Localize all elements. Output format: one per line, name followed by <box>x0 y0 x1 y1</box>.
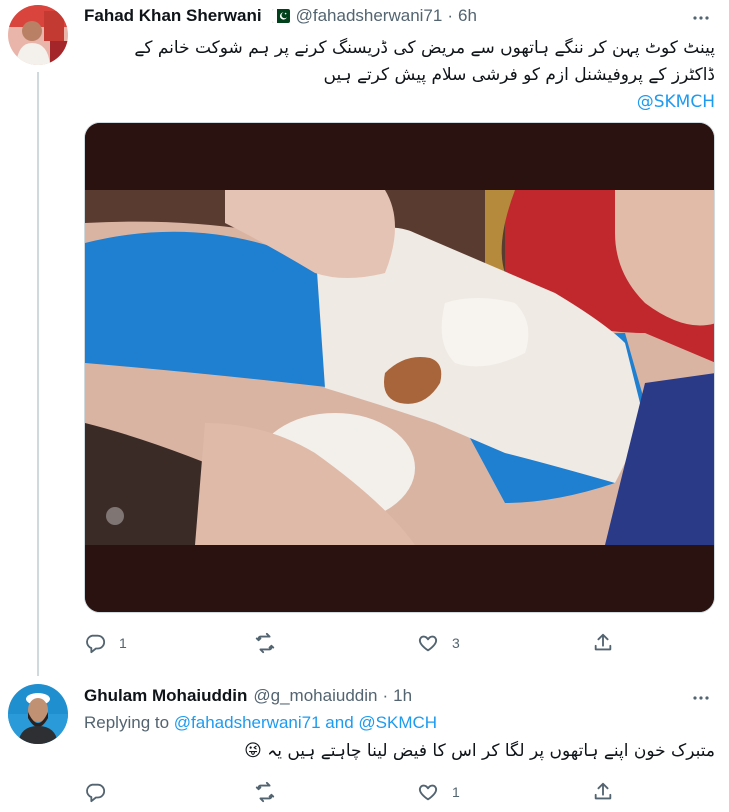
tweet-video[interactable] <box>84 122 715 613</box>
retweet-icon <box>255 632 275 654</box>
reply-button[interactable]: 1 <box>84 628 127 658</box>
retweet-button[interactable] <box>254 628 289 658</box>
share-button[interactable] <box>592 628 614 658</box>
like-button[interactable]: 3 <box>417 628 460 658</box>
tweet1-actions: 1 3 <box>84 628 624 658</box>
separator: · <box>382 686 389 705</box>
tweet-original[interactable]: Fahad Khan Sherwani @fahadsherwani71 · 6… <box>0 0 729 676</box>
share-button[interactable] <box>592 777 614 807</box>
replying-user-skmch[interactable]: @SKMCH <box>358 713 437 732</box>
author-handle[interactable]: @g_mohaiuddin <box>253 686 377 706</box>
reply-icon <box>86 634 106 654</box>
author-handle[interactable]: @fahadsherwani71 <box>296 6 443 26</box>
tweet2-actions: 1 <box>84 777 624 807</box>
separator: · <box>447 6 454 25</box>
winking-tongue-emoji: 😜 <box>244 741 262 761</box>
share-icon <box>594 633 612 651</box>
like-count: 3 <box>452 635 460 651</box>
retweet-icon <box>255 781 275 803</box>
tweet-header: Fahad Khan Sherwani @fahadsherwani71 · 6… <box>84 6 477 26</box>
heart-icon <box>418 635 438 652</box>
avatar-ghulam[interactable] <box>8 684 68 744</box>
replying-prefix: Replying to <box>84 713 170 732</box>
tweet-reply[interactable]: Ghulam Mohaiuddin @g_mohaiuddin · 1h Rep… <box>0 676 729 812</box>
retweet-button[interactable] <box>254 777 289 807</box>
like-count: 1 <box>452 784 460 800</box>
pakistan-flag-icon <box>271 9 290 23</box>
reply-text: متبرک خون اپنے ہاتھوں پر لگا کر اس کا فی… <box>84 738 715 765</box>
heart-icon <box>418 784 438 801</box>
reply-icon <box>86 783 106 803</box>
mention-skmch[interactable]: @SKMCH <box>637 92 715 112</box>
like-button[interactable]: 1 <box>417 777 460 807</box>
tweet-header: Ghulam Mohaiuddin @g_mohaiuddin · 1h <box>84 686 412 706</box>
tweet-text-line2: ڈاکٹرز کے پروفیشنل ازم کو فرشی سلام پیش … <box>323 65 715 85</box>
author-name[interactable]: Ghulam Mohaiuddin <box>84 686 247 706</box>
replying-user-fahad[interactable]: @fahadsherwani71 <box>174 713 321 732</box>
timestamp[interactable]: 1h <box>393 686 412 706</box>
timestamp[interactable]: 6h <box>458 6 477 26</box>
replying-to: Replying to @fahadsherwani71 and @SKMCH <box>84 713 437 733</box>
reply-text-body: متبرک خون اپنے ہاتھوں پر لگا کر اس کا فی… <box>267 741 715 761</box>
author-name[interactable]: Fahad Khan Sherwani <box>84 6 262 26</box>
reply-button[interactable] <box>84 777 119 807</box>
tweet-text-line1: پینٹ کوٹ پہن کر ننگے ہاتھوں سے مریض کی ڈ… <box>134 38 715 58</box>
more-icon[interactable] <box>689 686 713 710</box>
replying-and: and <box>325 713 354 732</box>
share-icon <box>594 782 612 800</box>
reply-count: 1 <box>119 635 127 651</box>
avatar-fahad[interactable] <box>8 5 68 65</box>
tweet-text: پینٹ کوٹ پہن کر ننگے ہاتھوں سے مریض کی ڈ… <box>84 35 715 116</box>
more-icon[interactable] <box>689 6 713 30</box>
